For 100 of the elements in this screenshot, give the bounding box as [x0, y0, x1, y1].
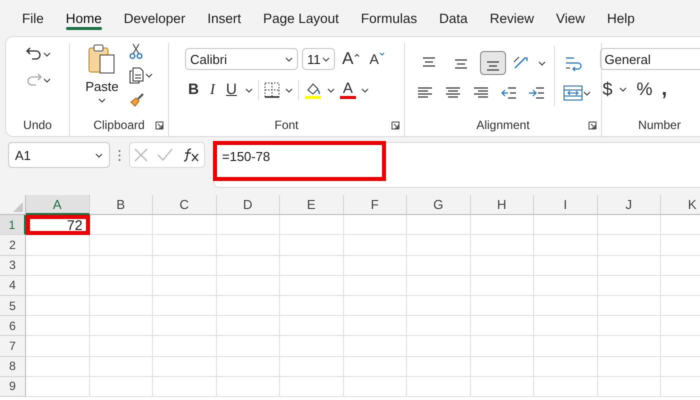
row-header[interactable]: 6 — [0, 316, 26, 336]
row-header[interactable]: 1 — [0, 215, 26, 236]
caret-icon[interactable] — [538, 60, 546, 66]
caret-icon[interactable] — [360, 88, 369, 92]
more-options-icon[interactable] — [118, 149, 121, 162]
decrease-indent-icon[interactable] — [500, 85, 518, 101]
table-cell[interactable]: 72 — [26, 215, 90, 236]
table-cell[interactable] — [280, 356, 344, 377]
table-cell[interactable] — [598, 256, 661, 276]
table-cell[interactable] — [26, 336, 90, 356]
borders-icon[interactable] — [264, 82, 280, 98]
dialog-launcher-icon[interactable] — [391, 121, 400, 130]
table-cell[interactable] — [534, 376, 598, 397]
row-header[interactable]: 7 — [0, 336, 26, 356]
table-cell[interactable] — [216, 376, 280, 397]
table-cell[interactable] — [280, 336, 344, 356]
formula-input[interactable]: =150-78 — [213, 142, 700, 188]
caret-icon[interactable] — [98, 98, 106, 103]
table-cell[interactable] — [153, 215, 216, 236]
dialog-launcher-icon[interactable] — [588, 121, 597, 130]
table-cell[interactable] — [534, 256, 598, 276]
table-cell[interactable] — [534, 276, 598, 296]
table-cell[interactable] — [534, 316, 598, 336]
table-cell[interactable] — [407, 215, 470, 236]
table-cell[interactable] — [26, 276, 90, 296]
row-header[interactable]: 2 — [0, 235, 26, 256]
function-icon[interactable] — [182, 147, 200, 163]
column-header[interactable]: F — [344, 195, 407, 216]
row-header[interactable]: 8 — [0, 356, 26, 377]
grow-font-button[interactable]: A — [339, 50, 362, 68]
table-cell[interactable] — [470, 296, 534, 316]
table-cell[interactable] — [470, 235, 534, 256]
table-cell[interactable] — [470, 215, 534, 236]
table-cell[interactable] — [534, 336, 598, 356]
caret-icon[interactable] — [322, 56, 330, 62]
table-cell[interactable] — [534, 356, 598, 377]
table-cell[interactable] — [407, 276, 470, 296]
table-cell[interactable] — [153, 316, 216, 336]
cancel-icon[interactable] — [134, 148, 148, 162]
column-header[interactable]: K — [661, 195, 700, 216]
column-header[interactable]: D — [216, 195, 280, 216]
menu-tab[interactable]: View — [544, 5, 596, 31]
table-cell[interactable] — [280, 316, 344, 336]
copy-icon[interactable] — [128, 67, 145, 84]
caret-icon[interactable] — [285, 56, 294, 62]
table-cell[interactable] — [153, 256, 216, 276]
font-name-dropdown[interactable]: Calibri — [185, 48, 298, 70]
table-cell[interactable] — [216, 356, 280, 377]
table-cell[interactable] — [534, 215, 598, 236]
currency-button[interactable]: $ — [600, 80, 616, 98]
table-cell[interactable] — [153, 336, 216, 356]
table-cell[interactable] — [344, 336, 407, 356]
underline-button[interactable]: U — [223, 81, 240, 99]
table-cell[interactable] — [344, 256, 407, 276]
table-cell[interactable] — [598, 276, 661, 296]
table-cell[interactable] — [534, 296, 598, 316]
table-cell[interactable] — [470, 256, 534, 276]
merge-cells-icon[interactable] — [562, 85, 582, 101]
name-box[interactable]: A1 — [8, 142, 110, 168]
table-cell[interactable] — [216, 235, 280, 256]
table-cell[interactable] — [344, 296, 407, 316]
table-cell[interactable] — [90, 356, 153, 377]
table-cell[interactable] — [280, 215, 344, 236]
table-cell[interactable] — [598, 336, 661, 356]
caret-icon[interactable] — [42, 78, 50, 82]
table-cell[interactable] — [216, 336, 280, 356]
table-cell[interactable] — [153, 276, 216, 296]
menu-tab[interactable]: Insert — [196, 5, 252, 31]
table-cell[interactable] — [90, 215, 153, 236]
menu-tab[interactable]: Developer — [112, 5, 196, 31]
table-cell[interactable] — [90, 316, 153, 336]
menu-tab[interactable]: Help — [596, 5, 646, 31]
column-header[interactable]: I — [534, 195, 598, 216]
table-cell[interactable] — [90, 336, 153, 356]
table-cell[interactable] — [344, 356, 407, 377]
italic-button[interactable]: I — [207, 81, 218, 99]
table-cell[interactable] — [90, 296, 153, 316]
table-cell[interactable] — [216, 316, 280, 336]
table-cell[interactable] — [344, 235, 407, 256]
table-cell[interactable] — [407, 235, 470, 256]
row-header[interactable]: 9 — [0, 376, 26, 397]
select-all-corner[interactable] — [0, 195, 26, 216]
table-cell[interactable] — [534, 235, 598, 256]
table-cell[interactable] — [598, 296, 661, 316]
table-cell[interactable] — [153, 296, 216, 316]
table-cell[interactable] — [470, 336, 534, 356]
row-header[interactable]: 5 — [0, 296, 26, 316]
caret-icon[interactable] — [326, 88, 335, 92]
font-color-button[interactable]: A — [340, 82, 356, 98]
table-cell[interactable] — [344, 316, 407, 336]
table-cell[interactable] — [280, 235, 344, 256]
table-cell[interactable] — [90, 376, 153, 397]
table-cell[interactable] — [470, 276, 534, 296]
table-cell[interactable] — [407, 356, 470, 377]
column-header[interactable]: A — [26, 195, 90, 216]
column-header[interactable]: C — [153, 195, 216, 216]
shrink-font-button[interactable]: A — [366, 50, 388, 68]
caret-icon[interactable] — [95, 152, 103, 158]
increase-indent-icon[interactable] — [528, 85, 546, 101]
table-cell[interactable] — [470, 376, 534, 397]
